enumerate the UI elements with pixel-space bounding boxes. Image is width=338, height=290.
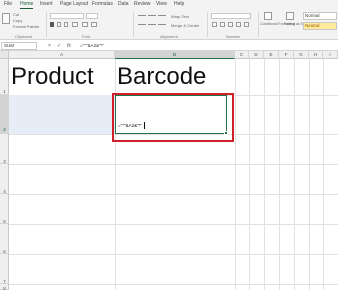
underline-icon[interactable] <box>64 22 68 27</box>
paste-icon[interactable] <box>2 13 10 24</box>
cut-button[interactable]: Cut <box>13 12 19 17</box>
row-header-5[interactable]: 5 <box>0 194 9 224</box>
tab-formulas[interactable]: Formulas <box>92 1 113 8</box>
decrease-decimal-icon[interactable] <box>244 22 249 27</box>
align-middle-icon[interactable] <box>148 15 156 16</box>
gridline <box>294 59 295 290</box>
align-top-icon[interactable] <box>138 15 146 16</box>
column-header-h[interactable]: H <box>309 51 323 59</box>
orientation-icon[interactable] <box>158 15 166 16</box>
ribbon-separator <box>133 12 134 37</box>
format-painter-button[interactable]: Format Painter <box>13 24 39 29</box>
tab-home[interactable]: Home <box>20 1 34 9</box>
ribbon-separator <box>207 12 208 37</box>
gridline <box>9 254 338 255</box>
gridline <box>323 59 324 290</box>
cell-b1[interactable]: Barcode <box>117 62 206 92</box>
fill-color-icon[interactable] <box>82 22 88 27</box>
column-header-c[interactable]: C <box>235 51 249 59</box>
gridline <box>9 284 338 285</box>
conditional-formatting-icon[interactable] <box>264 12 272 20</box>
font-color-icon[interactable] <box>91 22 97 27</box>
align-left-icon[interactable] <box>138 24 146 25</box>
number-format-dropdown[interactable] <box>211 13 251 19</box>
column-header-g[interactable]: G <box>294 51 309 59</box>
italic-icon[interactable] <box>57 22 61 27</box>
font-size-dropdown[interactable] <box>86 13 98 19</box>
ribbon-tabs: File Home Insert Page Layout Formulas Da… <box>0 0 338 10</box>
column-header-e[interactable]: E <box>264 51 279 59</box>
bold-icon[interactable] <box>50 22 54 27</box>
gridline <box>9 194 338 195</box>
tab-insert[interactable]: Insert <box>40 1 53 8</box>
gridline <box>249 59 250 290</box>
tab-data[interactable]: Data <box>118 1 129 8</box>
tab-view[interactable]: View <box>156 1 167 8</box>
increase-decimal-icon[interactable] <box>236 22 241 27</box>
insert-function-icon[interactable]: fx <box>67 42 71 50</box>
name-box[interactable]: SUM <box>1 42 37 50</box>
formula-input[interactable]: ="*"&A2&"*" <box>78 42 336 50</box>
merge-center-button[interactable]: Merge & Center <box>171 23 199 28</box>
number-group-label: Number <box>226 34 241 39</box>
style-normal[interactable]: Normal <box>303 12 337 20</box>
borders-icon[interactable] <box>72 22 78 27</box>
column-header-d[interactable]: D <box>249 51 264 59</box>
column-headers: A B C D E F G H I <box>9 51 338 59</box>
row-header-3[interactable]: 3 <box>0 134 9 164</box>
gridline <box>9 164 338 165</box>
gridline <box>235 59 236 290</box>
row-header-6[interactable]: 6 <box>0 224 9 254</box>
ribbon-separator <box>258 12 259 37</box>
align-center-icon[interactable] <box>148 24 156 25</box>
align-right-icon[interactable] <box>158 24 166 25</box>
gridline <box>309 59 310 290</box>
style-neutral[interactable]: Neutral <box>303 22 337 30</box>
currency-icon[interactable] <box>212 22 217 27</box>
enter-icon[interactable]: ✓ <box>57 42 61 50</box>
row-header-4[interactable]: 4 <box>0 164 9 194</box>
select-all-corner[interactable] <box>0 51 9 59</box>
formula-bar: SUM × ✓ fx ="*"&A2&"*" <box>0 41 338 51</box>
row-header-7[interactable]: 7 <box>0 254 9 284</box>
row-header-8[interactable]: 8 <box>0 284 9 290</box>
row-header-2[interactable]: 2 <box>0 95 9 134</box>
tab-review[interactable]: Review <box>134 1 150 8</box>
font-name-dropdown[interactable] <box>50 13 84 19</box>
column-header-f[interactable]: F <box>279 51 294 59</box>
column-header-i[interactable]: I <box>323 51 338 59</box>
cell-a2[interactable] <box>9 95 115 134</box>
column-header-b[interactable]: B <box>115 51 235 59</box>
highlight-box <box>112 93 234 142</box>
tab-file[interactable]: File <box>4 1 12 8</box>
gridline <box>9 224 338 225</box>
wrap-text-button[interactable]: Wrap Text <box>171 14 189 19</box>
tab-help[interactable]: Help <box>174 1 184 8</box>
tab-page-layout[interactable]: Page Layout <box>60 1 88 8</box>
row-headers: 1 2 3 4 5 6 7 8 <box>0 59 9 290</box>
cancel-icon[interactable]: × <box>48 42 51 50</box>
ribbon-separator <box>46 12 47 37</box>
gridline <box>279 59 280 290</box>
gridline <box>264 59 265 290</box>
alignment-group-label: Alignment <box>160 34 178 39</box>
cell-a1[interactable]: Product <box>11 62 94 92</box>
format-as-table-icon[interactable] <box>286 12 294 20</box>
percent-icon[interactable] <box>220 22 225 27</box>
row-header-1[interactable]: 1 <box>0 59 9 95</box>
column-header-a[interactable]: A <box>9 51 115 59</box>
comma-icon[interactable] <box>228 22 233 27</box>
ribbon: Cut Copy Format Painter Clipboard Font W… <box>0 10 338 40</box>
copy-button[interactable]: Copy <box>13 18 22 23</box>
font-group-label: Font <box>82 34 91 39</box>
clipboard-group-label: Clipboard <box>15 34 33 39</box>
